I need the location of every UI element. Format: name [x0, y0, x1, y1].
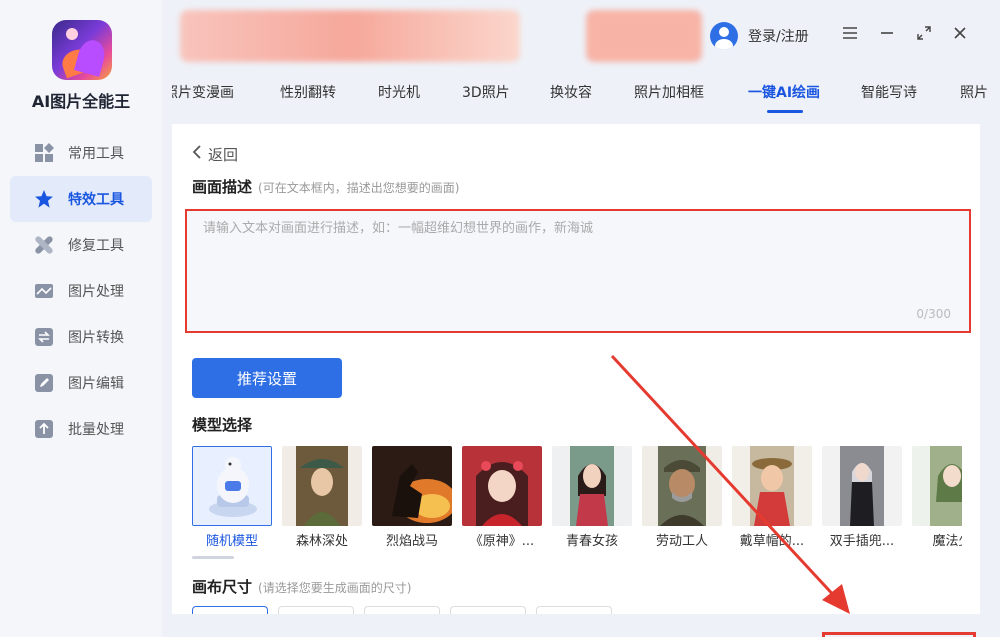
sidebar-item-effect-tools[interactable]: 特效工具 — [10, 176, 152, 222]
canvas-size-option[interactable] — [278, 606, 354, 614]
model-card-youth-girl[interactable]: 青春女孩 — [552, 446, 632, 549]
model-card-worker[interactable]: 劳动工人 — [642, 446, 722, 549]
annotation-highlight-box — [822, 632, 976, 637]
image-icon — [34, 281, 54, 301]
bandage-icon — [34, 235, 54, 255]
model-label: 戴草帽的... — [739, 534, 805, 549]
main-panel: 返回 画面描述 (可在文本框内，描述出您想要的画面) 0/300 推荐设置 模型选… — [172, 124, 980, 614]
edit-icon — [34, 373, 54, 393]
tab-makeup[interactable]: 换妆容 — [550, 82, 592, 102]
minimize-icon[interactable] — [876, 24, 898, 46]
canvas-size-option[interactable] — [192, 606, 268, 614]
chevron-left-icon — [192, 144, 202, 165]
app-logo — [52, 20, 112, 80]
login-label: 登录/注册 — [748, 29, 809, 45]
model-card-genshin[interactable]: 《原神》... — [462, 446, 542, 549]
description-box: 0/300 — [185, 209, 971, 333]
sidebar-item-image-processing[interactable]: 图片处理 — [10, 268, 152, 314]
model-label: 劳动工人 — [655, 534, 708, 549]
model-label: 森林深处 — [295, 534, 348, 549]
tab-smart-poem[interactable]: 智能写诗 — [861, 82, 917, 102]
login-button[interactable]: 登录/注册 — [710, 22, 809, 50]
sidebar-item-image-edit[interactable]: 图片编辑 — [10, 360, 152, 406]
tab-gender-swap[interactable]: 性别翻转 — [280, 82, 336, 102]
blurred-banner — [586, 10, 702, 62]
model-label: 魔法少 — [932, 534, 962, 549]
model-label: 随机模型 — [205, 534, 258, 549]
sidebar-item-common-tools[interactable]: 常用工具 — [10, 130, 152, 176]
sidebar-item-label: 图片处理 — [68, 284, 124, 300]
menu-icon[interactable] — [839, 24, 861, 46]
model-label: 烈焰战马 — [385, 534, 438, 549]
model-thumbnail — [372, 446, 452, 526]
tab-time-machine[interactable]: 时光机 — [378, 82, 420, 102]
sidebar-item-label: 特效工具 — [68, 192, 124, 208]
model-thumbnail — [642, 446, 722, 526]
tool-tabs: 照片变漫画 性别翻转 时光机 3D照片 换妆容 照片加相框 一键AI绘画 智能写… — [172, 72, 992, 114]
convert-icon — [34, 327, 54, 347]
grid-icon — [34, 143, 54, 163]
top-bar: 登录/注册 — [172, 6, 992, 66]
model-thumbnail — [552, 446, 632, 526]
canvas-size-option[interactable] — [364, 606, 440, 614]
sidebar-item-batch[interactable]: 批量处理 — [10, 406, 152, 452]
canvas-size-hint: (请选择您要生成画面的尺寸) — [258, 581, 412, 595]
tab-photo-frame[interactable]: 照片加相框 — [634, 82, 704, 102]
app-name: AI图片全能王 — [31, 92, 131, 111]
model-thumbnail — [912, 446, 962, 526]
model-thumbnail — [192, 446, 272, 526]
back-label: 返回 — [208, 146, 239, 164]
sidebar-item-label: 图片转换 — [68, 330, 124, 346]
model-label: 青春女孩 — [565, 534, 618, 549]
model-thumbnail — [732, 446, 812, 526]
description-title: 画面描述 (可在文本框内，描述出您想要的画面) — [192, 176, 459, 197]
model-card-hands-pocket[interactable]: 双手插兜... — [822, 446, 902, 549]
sidebar-item-label: 修复工具 — [68, 238, 124, 254]
sidebar-nav: 常用工具 特效工具 修复工具 图片处理 图片转换 图片编辑 批量处理 — [10, 130, 152, 452]
back-button[interactable]: 返回 — [192, 144, 238, 165]
model-label: 《原神》... — [469, 534, 535, 549]
model-card-magic-girl[interactable]: 魔法少 — [912, 446, 962, 549]
canvas-size-options — [192, 606, 612, 616]
tab-photo-to-comic[interactable]: 照片变漫画 — [172, 82, 234, 102]
sidebar-item-repair-tools[interactable]: 修复工具 — [10, 222, 152, 268]
canvas-size-title: 画布尺寸 (请选择您要生成画面的尺寸) — [192, 576, 411, 597]
canvas-size-option[interactable] — [450, 606, 526, 614]
star-icon — [34, 189, 54, 209]
sidebar-item-label: 常用工具 — [68, 146, 124, 162]
upload-icon — [34, 419, 54, 439]
canvas-size-option[interactable] — [536, 606, 612, 614]
description-title-text: 画面描述 — [192, 178, 253, 196]
model-list-scrollbar[interactable] — [192, 556, 234, 559]
maximize-icon[interactable] — [913, 24, 935, 46]
model-card-random[interactable]: 随机模型 — [192, 446, 272, 549]
avatar-icon — [710, 22, 738, 50]
model-thumbnail — [282, 446, 362, 526]
close-icon[interactable] — [949, 24, 971, 46]
model-card-forest[interactable]: 森林深处 — [282, 446, 362, 549]
active-tab-indicator — [767, 110, 803, 113]
model-title: 模型选择 — [192, 416, 253, 434]
model-card-fire-horse[interactable]: 烈焰战马 — [372, 446, 452, 549]
tab-ai-painting[interactable]: 一键AI绘画 — [748, 82, 820, 102]
recommend-settings-button[interactable]: 推荐设置 — [192, 358, 342, 398]
model-thumbnail — [822, 446, 902, 526]
canvas-size-title-text: 画布尺寸 — [192, 578, 253, 596]
tab-3d-photo[interactable]: 3D照片 — [462, 82, 510, 102]
sidebar: AI图片全能王 常用工具 特效工具 修复工具 图片处理 图片转换 图片编辑 批量… — [0, 0, 162, 637]
tab-photo-more[interactable]: 照片 — [960, 82, 988, 102]
sidebar-item-label: 图片编辑 — [68, 376, 124, 392]
model-list: 随机模型 森林深处 烈焰战马 《原神》... 青春女孩 劳动工人 戴草帽的...… — [192, 446, 962, 550]
model-card-straw-hat[interactable]: 戴草帽的... — [732, 446, 812, 549]
sidebar-item-image-convert[interactable]: 图片转换 — [10, 314, 152, 360]
model-thumbnail — [462, 446, 542, 526]
description-input[interactable] — [203, 217, 943, 307]
sidebar-item-label: 批量处理 — [68, 422, 124, 438]
model-label: 双手插兜... — [829, 534, 895, 549]
char-counter: 0/300 — [916, 307, 951, 321]
description-hint: (可在文本框内，描述出您想要的画面) — [258, 181, 460, 195]
blurred-banner — [180, 10, 520, 62]
